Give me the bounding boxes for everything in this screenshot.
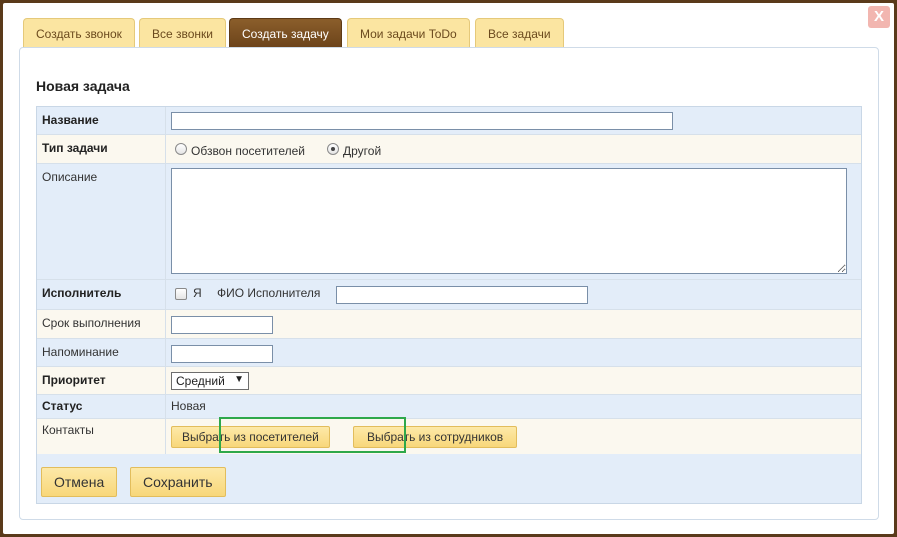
type-option-other-label: Другой bbox=[343, 144, 382, 158]
assignee-label: Исполнитель bbox=[37, 280, 166, 309]
deadline-label: Срок выполнения bbox=[37, 310, 166, 338]
priority-select[interactable]: Средний ▼ bbox=[171, 372, 249, 390]
status-label: Статус bbox=[37, 395, 166, 418]
reminder-input[interactable] bbox=[171, 345, 273, 363]
description-label: Описание bbox=[37, 164, 166, 279]
type-label: Тип задачи bbox=[37, 135, 166, 163]
deadline-input[interactable] bbox=[171, 316, 273, 334]
assignee-me-label: Я bbox=[193, 286, 202, 300]
close-icon[interactable]: X bbox=[868, 6, 890, 28]
row-deadline: Срок выполнения bbox=[37, 310, 861, 339]
row-name: Название bbox=[37, 107, 861, 135]
reminder-label: Напоминание bbox=[37, 339, 166, 366]
page-title: Новая задача bbox=[36, 78, 130, 94]
row-reminder: Напоминание bbox=[37, 339, 861, 367]
type-option-visitors-label: Обзвон посетителей bbox=[191, 144, 305, 158]
tab-all-calls[interactable]: Все звонки bbox=[139, 18, 227, 48]
row-assignee: Исполнитель Я ФИО Исполнителя bbox=[37, 280, 861, 310]
save-button[interactable]: Сохранить bbox=[130, 467, 226, 497]
priority-selected-value: Средний bbox=[176, 374, 225, 388]
tab-create-call[interactable]: Создать звонок bbox=[23, 18, 135, 48]
row-status: Статус Новая bbox=[37, 395, 861, 419]
form-footer: Отмена Сохранить bbox=[37, 454, 861, 503]
type-radio-visitors[interactable] bbox=[175, 143, 187, 155]
description-textarea[interactable] bbox=[171, 168, 847, 274]
row-contacts: Контакты Выбрать из посетителей Выбрать … bbox=[37, 419, 861, 454]
tab-create-task[interactable]: Создать задачу bbox=[229, 18, 342, 49]
task-panel: Новая задача Название Тип задачи Обзвон … bbox=[19, 47, 879, 520]
assignee-fio-input[interactable] bbox=[336, 286, 588, 304]
highlight-box bbox=[219, 417, 406, 453]
tab-my-todo[interactable]: Мои задачи ToDo bbox=[347, 18, 470, 48]
row-type: Тип задачи Обзвон посетителей Другой bbox=[37, 135, 861, 164]
name-input[interactable] bbox=[171, 112, 673, 130]
task-form: Название Тип задачи Обзвон посетителей Д… bbox=[36, 106, 862, 504]
priority-label: Приоритет bbox=[37, 367, 166, 394]
chevron-down-icon: ▼ bbox=[234, 374, 244, 385]
row-description: Описание bbox=[37, 164, 861, 280]
assignee-me-checkbox[interactable] bbox=[175, 288, 187, 300]
contacts-label: Контакты bbox=[37, 419, 166, 454]
name-label: Название bbox=[37, 107, 166, 134]
assignee-fio-label: ФИО Исполнителя bbox=[217, 286, 321, 300]
tab-all-tasks[interactable]: Все задачи bbox=[475, 18, 564, 48]
status-value: Новая bbox=[171, 399, 206, 413]
row-priority: Приоритет Средний ▼ bbox=[37, 367, 861, 395]
cancel-button[interactable]: Отмена bbox=[41, 467, 118, 497]
task-window: X Создать звонок Все звонки Создать зада… bbox=[3, 3, 894, 534]
type-radio-other[interactable] bbox=[327, 143, 339, 155]
